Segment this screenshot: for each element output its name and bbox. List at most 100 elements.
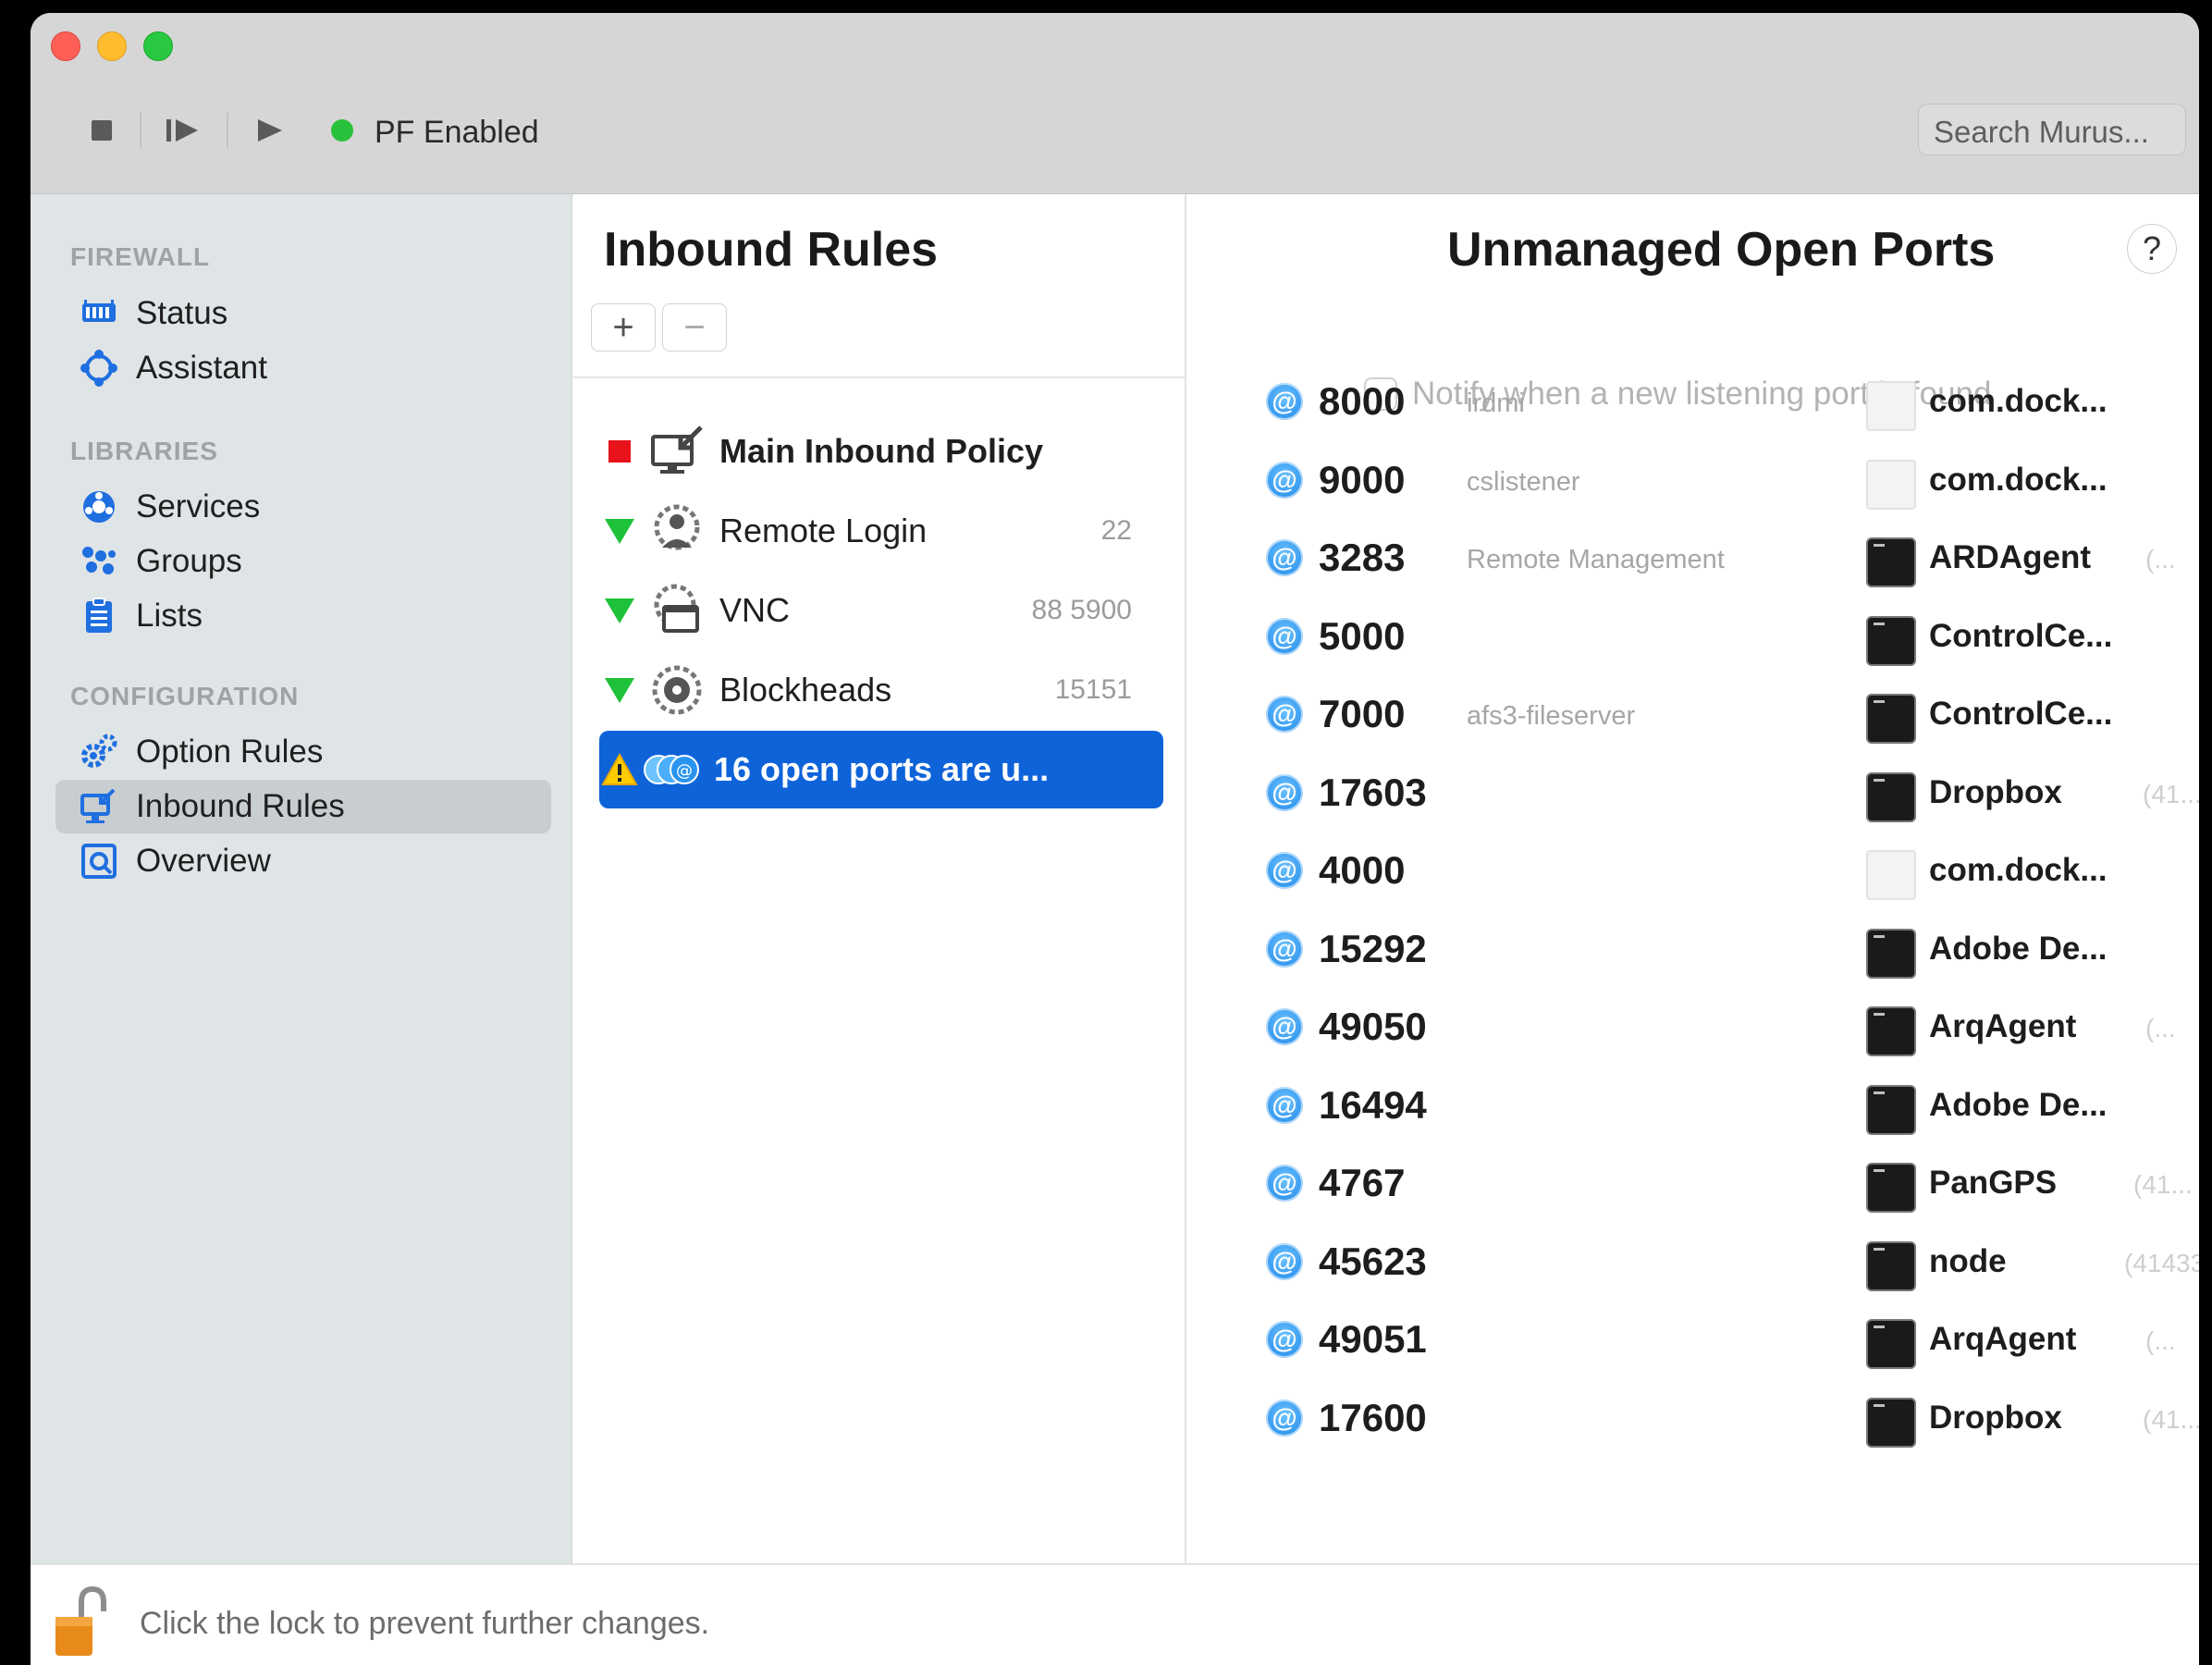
port-row[interactable]: @4000 com.dock... xyxy=(1188,832,2199,910)
lock-message: Click the lock to prevent further change… xyxy=(140,1606,710,1641)
toolbar-divider xyxy=(140,113,141,148)
process-id: (... xyxy=(2145,1326,2176,1355)
zoom-window-button[interactable] xyxy=(143,31,173,61)
minimize-window-button[interactable] xyxy=(97,31,127,61)
help-button[interactable]: ? xyxy=(2127,224,2177,274)
document-icon xyxy=(1866,460,1916,510)
process-id: (41433) xyxy=(2124,1249,2199,1277)
sidebar-item-assistant[interactable]: Assistant xyxy=(55,341,551,395)
unlocked-padlock-icon[interactable] xyxy=(54,1585,109,1659)
listening-port-icon: @ xyxy=(1266,1008,1303,1045)
unmanaged-ports-panel: Unmanaged Open Ports ? Notify when a new… xyxy=(1188,194,2199,1563)
remote-login-icon xyxy=(647,501,707,561)
step-icon xyxy=(166,119,198,142)
process-id: (41... xyxy=(2133,1170,2193,1199)
status-icon xyxy=(79,293,119,334)
sidebar-item-lists[interactable]: Lists xyxy=(55,589,551,643)
terminal-app-icon xyxy=(1866,929,1916,979)
sidebar-item-label: Overview xyxy=(136,843,271,879)
rule-row-vnc[interactable]: VNC 88 5900 xyxy=(599,572,1163,649)
sidebar-item-label: Groups xyxy=(136,543,242,579)
port-row[interactable]: @5000 ControlCe... xyxy=(1188,598,2199,676)
divider xyxy=(573,376,1185,378)
process-name: PanGPS xyxy=(1929,1165,2058,1201)
process-name: Adobe De... xyxy=(1929,1087,2108,1123)
rule-name: Remote Login xyxy=(719,512,928,549)
listening-port-icon: @ xyxy=(1266,1243,1303,1280)
sidebar-item-status[interactable]: Status xyxy=(55,287,551,340)
port-number: 5000 xyxy=(1319,614,1406,658)
listening-port-icon: @ xyxy=(1266,1087,1303,1124)
play-icon xyxy=(258,119,282,142)
sidebar-item-label: Assistant xyxy=(136,350,267,386)
terminal-app-icon xyxy=(1866,1006,1916,1056)
pf-status-indicator xyxy=(331,119,353,142)
rule-row-remote-login[interactable]: Remote Login 22 xyxy=(599,492,1163,570)
step-button[interactable] xyxy=(165,113,202,148)
port-number: 4767 xyxy=(1319,1161,1406,1204)
port-number: 15292 xyxy=(1319,927,1427,970)
terminal-app-icon xyxy=(1866,694,1916,744)
process-name: Dropbox xyxy=(1929,774,2062,810)
process-name: com.dock... xyxy=(1929,852,2108,888)
stop-icon xyxy=(92,120,112,141)
listening-port-icon: @ xyxy=(1266,1400,1303,1437)
rule-ports: 22 xyxy=(1100,515,1132,546)
listening-port-icon: @ xyxy=(1266,1165,1303,1202)
terminal-app-icon xyxy=(1866,616,1916,666)
port-row[interactable]: @4767 PanGPS (41... xyxy=(1188,1144,2199,1223)
process-name: ControlCe... xyxy=(1929,618,2113,654)
port-number: 49051 xyxy=(1319,1317,1427,1361)
sidebar-item-groups[interactable]: Groups xyxy=(55,535,551,588)
process-name: com.dock... xyxy=(1929,383,2108,419)
terminal-app-icon xyxy=(1866,1398,1916,1448)
search-field[interactable]: Search Murus... xyxy=(1918,104,2186,155)
enabled-status-icon xyxy=(599,517,640,545)
port-number: 8000 xyxy=(1319,379,1406,423)
rule-row-main-inbound-policy[interactable]: Main Inbound Policy xyxy=(599,413,1163,490)
terminal-app-icon xyxy=(1866,1319,1916,1369)
sidebar-item-label: Lists xyxy=(136,598,203,634)
warning-icon xyxy=(599,753,640,786)
disabled-status-icon xyxy=(599,440,640,462)
listening-port-icon: @ xyxy=(1266,852,1303,889)
sidebar-item-label: Option Rules xyxy=(136,734,324,770)
port-row[interactable]: @7000 afs3-fileserver ControlCe... xyxy=(1188,675,2199,754)
sidebar-item-label: Services xyxy=(136,488,261,524)
sidebar-item-services[interactable]: Services xyxy=(55,480,551,534)
rule-row-unmanaged-ports[interactable]: @ 16 open ports are u... xyxy=(599,731,1163,808)
stop-button[interactable] xyxy=(88,113,116,148)
rule-row-blockheads[interactable]: Blockheads 15151 xyxy=(599,651,1163,729)
process-name: ArqAgent xyxy=(1929,1008,2077,1044)
sidebar-item-inbound-rules[interactable]: Inbound Rules xyxy=(55,780,551,833)
play-button[interactable] xyxy=(252,113,286,148)
sidebar-item-overview[interactable]: Overview xyxy=(55,834,551,888)
port-row[interactable]: @16494 Adobe De... xyxy=(1188,1067,2199,1145)
port-row[interactable]: @17600 Dropbox (41... xyxy=(1188,1379,2199,1458)
port-row[interactable]: @45623node(41433)/L xyxy=(1188,1223,2199,1301)
inbound-policy-icon xyxy=(647,422,707,481)
enabled-status-icon xyxy=(599,597,640,624)
port-row[interactable]: @49051 ArqAgent (... xyxy=(1188,1301,2199,1379)
sidebar-item-option-rules[interactable]: Option Rules xyxy=(55,725,551,779)
remove-rule-button[interactable]: − xyxy=(662,303,727,352)
rule-name: Main Inbound Policy xyxy=(719,432,1043,470)
port-row[interactable]: @15292 Adobe De... xyxy=(1188,910,2199,989)
port-row[interactable]: @49050 ArqAgent (... xyxy=(1188,988,2199,1067)
port-number: 7000 xyxy=(1319,692,1406,735)
port-row[interactable]: @9000 cslistener com.dock... xyxy=(1188,441,2199,520)
add-rule-button[interactable]: + xyxy=(591,303,656,352)
process-name: com.dock... xyxy=(1929,462,2108,498)
port-row[interactable]: @8000 irdmi com.dock... xyxy=(1188,363,2199,441)
port-row[interactable]: @3283 Remote Management ARDAgent (... xyxy=(1188,519,2199,598)
close-window-button[interactable] xyxy=(51,31,80,61)
process-id: (41... xyxy=(2143,780,2199,808)
process-id: (... xyxy=(2145,1014,2176,1042)
process-id: (41... xyxy=(2143,1405,2199,1434)
rules-panel: Inbound Rules + − Main Inbound Policy Re… xyxy=(573,194,1186,1563)
inbound-rules-icon xyxy=(79,786,119,827)
sidebar-item-label: Status xyxy=(136,295,228,331)
port-row[interactable]: @17603 Dropbox (41... xyxy=(1188,754,2199,832)
port-service-name: irdmi xyxy=(1467,388,1525,418)
sidebar-section-configuration: CONFIGURATION xyxy=(70,682,300,710)
